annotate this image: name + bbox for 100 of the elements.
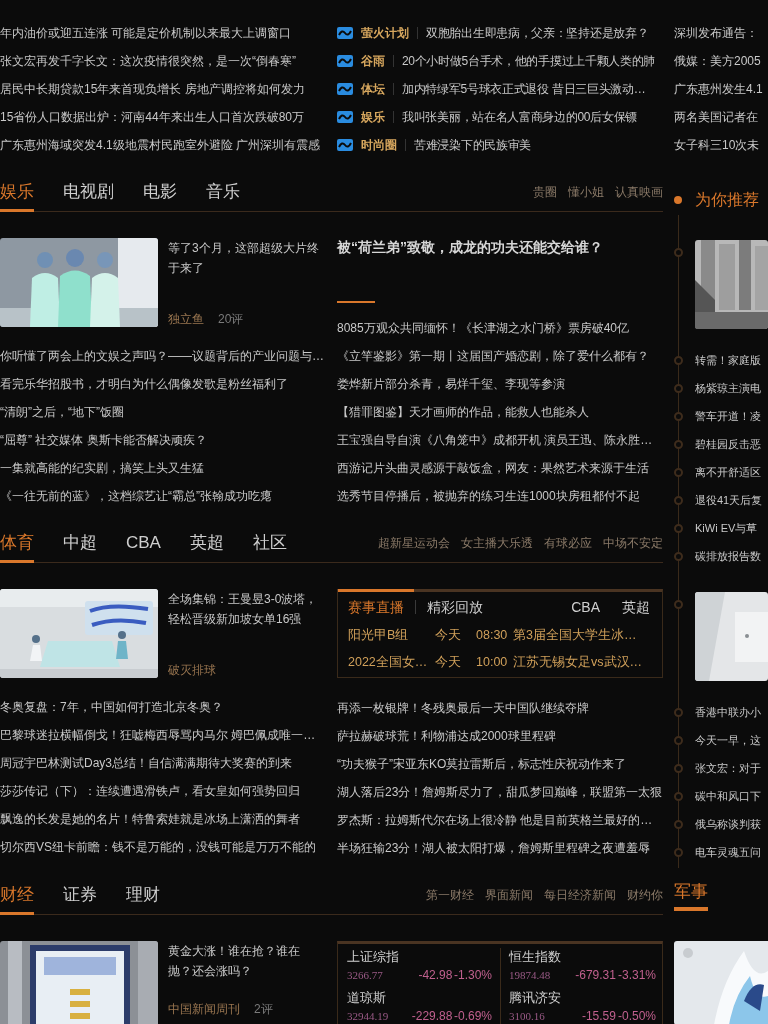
filter-tab[interactable]: 英超 [622, 596, 650, 618]
headline-link[interactable]: 碧桂园反击恶 [695, 435, 761, 453]
headline-link[interactable]: 《一往无前的蓝》，这档综艺让“霸总”张翰成功吃瘪 [0, 482, 330, 510]
category-link[interactable]: 界面新闻 [485, 886, 533, 904]
headline-link[interactable]: 碳排放报告数 [695, 547, 761, 565]
source-link[interactable]: 独立鱼 [168, 311, 204, 327]
match-link[interactable]: 第3届全国大学生冰… [513, 626, 637, 645]
headline-link[interactable]: 西游记片头曲灵感源于敲饭盒，网友：果然艺术来源于生活 [337, 454, 663, 482]
headline-link[interactable]: 居民中长期贷款15年来首现负增长 房地产调控将如何发力 [0, 75, 330, 103]
headline-link[interactable]: 警车开道！凌 [695, 407, 761, 425]
headline-link[interactable]: 女子科三10次未 [674, 131, 768, 159]
headline-link[interactable]: 今天一早，这 [695, 731, 761, 749]
headline-link[interactable]: 8085万观众共同缅怀！《长津湖之水门桥》票房破40亿 [337, 314, 663, 342]
section-tab[interactable]: 娱乐 [0, 174, 34, 212]
source-link[interactable]: 中国新闻周刊 [168, 1001, 240, 1017]
category-link[interactable]: 财约你 [627, 886, 663, 904]
category-link[interactable]: 第一财经 [426, 886, 474, 904]
headline-link[interactable]: 碳中和风口下 [695, 787, 761, 805]
headline-link[interactable]: 看完乐华招股书，才明白为什么偶像发歌是粉丝福利了 [0, 370, 330, 398]
headline-link[interactable]: 《立竿鉴影》第一期丨这届国产婚恋剧，除了爱什么都有？ [337, 342, 663, 370]
headline-link[interactable]: 苦难浸染下的民族审美 [414, 136, 531, 154]
headline-link[interactable]: 娄烨新片部分杀青，易烊千玺、李现等参演 [337, 370, 663, 398]
headline-link[interactable]: “功夫猴子”宋亚东KO莫拉雷斯后，标志性庆祝动作来了 [337, 750, 663, 778]
index-name[interactable]: 恒生指数 [509, 948, 656, 966]
headline-title[interactable]: 被“荷兰弟”致敬，成龙的功夫还能交给谁？ [337, 238, 663, 256]
headline-link[interactable]: 我叫张美丽，站在名人富商身边的00后女保镖 [402, 108, 638, 126]
channel-tag[interactable]: 时尚圈 [361, 136, 397, 154]
category-link[interactable]: 女主播大乐透 [461, 534, 533, 552]
section-tab[interactable]: 证券 [63, 877, 97, 915]
headline-link[interactable]: 切尔西VS纽卡前瞻：钱不是万能的，没钱可能是万万不能的 [0, 833, 330, 861]
section-tab[interactable]: 财经 [0, 877, 34, 915]
headline-link[interactable]: 再添一枚银牌！冬残奥最后一天中国队继续夺牌 [337, 694, 663, 722]
category-link[interactable]: 有球必应 [544, 534, 592, 552]
section-tab[interactable]: 体育 [0, 525, 34, 563]
headline-link[interactable]: 广东惠州发生4.1 [674, 75, 768, 103]
section-tab[interactable]: 军事 [674, 876, 708, 911]
category-link[interactable]: 中场不安定 [603, 534, 663, 552]
headline-link[interactable]: 【猎罪图鉴】天才画师的作品，能救人也能杀人 [337, 398, 663, 426]
headline-link[interactable]: 俄乌称谈判获 [695, 815, 761, 833]
headline-link[interactable]: 加内特绿军5号球衣正式退役 昔日三巨头激动… [402, 80, 646, 98]
section-tab[interactable]: 电影 [143, 174, 177, 212]
section-tab[interactable]: CBA [126, 525, 161, 563]
headline-link[interactable]: 离不开舒适区 [695, 463, 761, 481]
feature-title[interactable]: 等了3个月，这部超级大片终于来了 [168, 238, 323, 278]
headline-link[interactable]: 张文宏：对于 [695, 759, 761, 777]
headline-link[interactable]: 半场狂输23分！湖人被太阳打爆，詹姆斯里程碑之夜遭羞辱 [337, 834, 663, 862]
category-link[interactable]: 超新星运动会 [378, 534, 450, 552]
headline-link[interactable]: KiWi EV与草 [695, 519, 758, 537]
headline-link[interactable]: 15省份人口数据出炉：河南44年来出生人口首次跌破80万 [0, 103, 330, 131]
headline-link[interactable]: 俄媒：美方2005 [674, 47, 768, 75]
headline-link[interactable]: 深圳发布通告： [674, 19, 768, 47]
headline-link[interactable]: 年内油价或迎五连涨 可能是定价机制以来最大上调窗口 [0, 19, 330, 47]
channel-tag[interactable]: 体坛 [361, 80, 385, 98]
headline-link[interactable]: 飘逸的长发是她的名片！特鲁索娃就是冰场上潇洒的舞者 [0, 805, 330, 833]
headline-link[interactable]: 20个小时做5台手术，他的手摸过上千颗人类的肺 [402, 52, 656, 70]
headline-link[interactable]: 萨拉赫破球荒！利物浦达成2000球里程碑 [337, 722, 663, 750]
category-link[interactable]: 懂小姐 [568, 183, 604, 201]
headline-link[interactable]: 选秀节目停播后，被抛弃的练习生连1000块房租都付不起 [337, 482, 663, 510]
index-name[interactable]: 道琼斯 [347, 989, 492, 1007]
channel-tag[interactable]: 娱乐 [361, 108, 385, 126]
source-link[interactable]: 破灭排球 [168, 662, 216, 678]
panel-tab[interactable]: 精彩回放 [427, 596, 483, 618]
headline-link[interactable]: 周冠宇巴林测试Day3总结！自信满满期待大奖赛的到来 [0, 749, 330, 777]
headline-link[interactable]: “屈尊” 社交媒体 奥斯卡能否解决顽疾？ [0, 426, 330, 454]
headline-link[interactable]: 冬奥复盘：7年，中国如何打造北京冬奥？ [0, 693, 330, 721]
headline-link[interactable]: 电车灵魂五问 [695, 843, 761, 861]
section-tab[interactable]: 中超 [63, 525, 97, 563]
channel-tag[interactable]: 谷雨 [361, 52, 385, 70]
headline-link[interactable]: 湖人落后23分！詹姆斯尽力了，甜瓜梦回巅峰，联盟第一太狠 [337, 778, 663, 806]
section-tab[interactable]: 音乐 [206, 174, 240, 212]
section-tab[interactable]: 理财 [126, 877, 160, 915]
headline-link[interactable]: 双胞胎出生即患病，父亲：坚持还是放弃？ [426, 24, 649, 42]
index-name[interactable]: 上证综指 [347, 948, 492, 966]
headline-link[interactable]: 杨紫琼主演电 [695, 379, 761, 397]
headline-link[interactable]: 罗杰斯：拉姆斯代尔在场上很冷静 他是目前英格兰最好的… [337, 806, 663, 834]
feature-title[interactable]: 黄金大涨！谁在抢？谁在抛？还会涨吗？ [168, 941, 323, 981]
headline-link[interactable]: 一集就高能的纪实剧，搞笑上头又生猛 [0, 454, 330, 482]
channel-tag[interactable]: 萤火计划 [361, 24, 409, 42]
headline-link[interactable]: 退役41天后复 [695, 491, 763, 509]
section-tab[interactable]: 电视剧 [63, 174, 114, 212]
headline-link[interactable]: 转需！家庭版 [695, 351, 761, 369]
headline-link[interactable]: 广东惠州海域突发4.1级地震村民跑室外避险 广州深圳有震感 [0, 131, 330, 159]
category-link[interactable]: 每日经济新闻 [544, 886, 616, 904]
headline-link[interactable]: 莎莎传记（下）：连续遭遇滑铁卢，看女皇如何强势回归 [0, 777, 330, 805]
headline-link[interactable]: 香港中联办小 [695, 703, 761, 721]
headline-link[interactable]: 两名美国记者在 [674, 103, 768, 131]
index-name[interactable]: 腾讯济安 [509, 989, 656, 1007]
section-tab[interactable]: 英超 [189, 525, 224, 563]
match-link[interactable]: 江苏无锡女足vs武汉… [513, 653, 642, 672]
feature-title[interactable]: 全场集锦：王曼昱3-0波塔，轻松晋级新加坡女单16强 [168, 589, 323, 629]
headline-link[interactable]: “清朗”之后，“地下”饭圈 [0, 398, 330, 426]
headline-link[interactable]: 张文宏再发千字长文：这次疫情很突然，是一次“倒春寒” [0, 47, 330, 75]
section-tab[interactable]: 社区 [252, 525, 287, 563]
category-link[interactable]: 认真映画 [615, 183, 663, 201]
headline-link[interactable]: 你听懂了两会上的文娱之声吗？——议题背后的产业问题与… [0, 342, 330, 370]
filter-tab[interactable]: CBA [571, 596, 600, 618]
category-link[interactable]: 贵圈 [533, 183, 557, 201]
headline-link[interactable]: 王宝强自导自演《八角笼中》成都开机 演员王迅、陈永胜… [337, 426, 663, 454]
headline-link[interactable]: 巴黎球迷拉横幅倒戈！狂嘘梅西辱骂内马尔 姆巴佩成唯一… [0, 721, 330, 749]
panel-tab[interactable]: 赛事直播 [348, 596, 404, 618]
